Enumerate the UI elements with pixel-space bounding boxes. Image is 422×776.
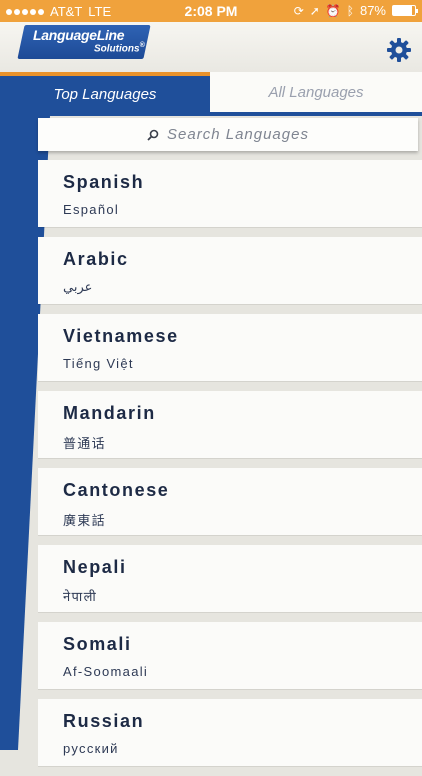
tab-underline	[0, 112, 422, 116]
battery-icon	[392, 5, 418, 16]
tab-all-languages[interactable]: All Languages	[210, 72, 422, 112]
list-item[interactable]: Vietnamese Tiếng Việt	[38, 314, 422, 381]
status-right: ⟳ ➚ ⏰ ᛒ 87%	[293, 3, 418, 18]
location-arrow-icon: ➚	[309, 3, 320, 18]
app-header: LanguageLine Solutions®	[0, 22, 422, 72]
list-item[interactable]: Spanish Español	[38, 160, 422, 227]
language-name: Cantonese	[63, 480, 170, 500]
language-native-name: नेपाली	[63, 589, 98, 604]
search-input[interactable]: Search Languages	[38, 118, 418, 151]
logo-title: LanguageLine	[33, 27, 125, 43]
battery-percent: 87%	[359, 3, 386, 18]
list-item[interactable]: Cantonese 廣東話	[38, 468, 422, 535]
language-native-name: عربي	[63, 279, 93, 294]
search-icon	[147, 129, 159, 141]
language-name: Nepali	[63, 557, 127, 577]
list-item[interactable]: Nepali नेपाली	[38, 545, 422, 612]
alarm-icon: ⏰	[325, 3, 341, 18]
language-native-name: 普通话	[63, 436, 106, 451]
rotation-lock-icon: ⟳	[293, 3, 304, 18]
language-list: Spanish Español Arabic عربي Vietnamese T…	[38, 160, 422, 776]
language-native-name: 廣東話	[63, 513, 106, 528]
logo-subtitle: Solutions®	[94, 42, 145, 55]
language-native-name: русский	[63, 741, 119, 756]
status-bar: AT&T LTE 2:08 PM ⟳ ➚ ⏰ ᛒ 87%	[0, 0, 422, 22]
language-native-name: Af-Soomaali	[63, 664, 149, 679]
search-placeholder: Search Languages	[167, 126, 309, 143]
tab-top-languages[interactable]: Top Languages	[0, 72, 210, 112]
battery-fill	[393, 6, 413, 15]
language-name: Mandarin	[63, 403, 156, 423]
list-item[interactable]: Mandarin 普通话	[38, 391, 422, 458]
language-native-name: Español	[63, 202, 120, 217]
list-item[interactable]: Russian русский	[38, 699, 422, 766]
language-name: Russian	[63, 711, 145, 731]
language-native-name: Tiếng Việt	[63, 356, 134, 371]
bluetooth-icon: ᛒ	[346, 3, 354, 18]
language-name: Arabic	[63, 249, 129, 269]
tab-bar: Top Languages All Languages	[0, 72, 422, 112]
language-name: Spanish	[63, 172, 145, 192]
gear-icon[interactable]	[386, 37, 412, 63]
list-item[interactable]: Somali Af-Soomaali	[38, 622, 422, 689]
language-name: Somali	[63, 634, 132, 654]
list-item[interactable]: Arabic عربي	[38, 237, 422, 304]
language-name: Vietnamese	[63, 326, 179, 346]
